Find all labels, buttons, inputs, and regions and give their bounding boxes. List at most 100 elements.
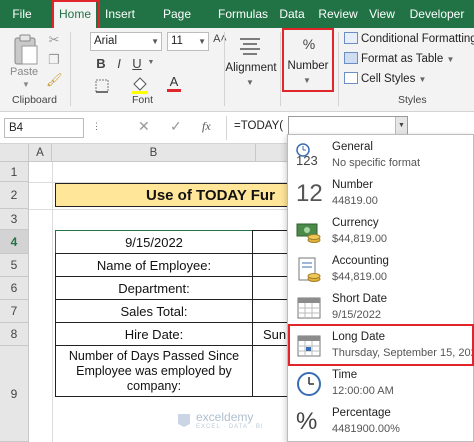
cell-styles-button[interactable]: Cell Styles ▼ <box>344 72 426 85</box>
fill-color-button[interactable] <box>130 76 152 94</box>
days-passed-label-cell[interactable]: Number of Days Passed Since Employee was… <box>55 345 253 397</box>
format-sample: 12:00:00 AM <box>332 385 394 397</box>
format-sample: $44,819.00 <box>332 233 388 245</box>
format-option-currency[interactable]: Currency $44,819.00 <box>288 213 474 251</box>
name-box[interactable]: B4 <box>4 118 84 138</box>
format-name: Short Date <box>332 293 387 305</box>
tab-page-layout[interactable]: Page Layout <box>144 0 210 49</box>
format-name: General <box>332 141 373 153</box>
format-sample: 9/15/2022 <box>332 309 381 321</box>
format-sample: $44,819.00 <box>332 271 388 283</box>
bold-button[interactable]: B <box>94 56 108 71</box>
sales-label-cell[interactable]: Sales Total: <box>55 299 253 323</box>
conditional-formatting-button[interactable]: Conditional Formatting <box>344 32 474 45</box>
tab-formulas[interactable]: Formulas <box>216 0 270 28</box>
department-value-cell[interactable] <box>252 276 292 300</box>
hire-label-cell[interactable]: Hire Date: <box>55 322 253 346</box>
fill-bucket-icon <box>132 77 148 94</box>
tab-file[interactable]: File <box>4 0 40 28</box>
copy-icon[interactable]: ❐ <box>46 52 62 68</box>
conditional-formatting-icon <box>344 32 358 44</box>
enter-check-icon[interactable]: ✓ <box>170 118 182 135</box>
font-color-button[interactable]: A <box>166 74 182 94</box>
font-size-value: 11 <box>171 35 183 47</box>
format-name: Time <box>332 369 358 381</box>
employee-value-cell[interactable] <box>252 253 292 277</box>
row-header-3[interactable]: 3 <box>0 209 29 230</box>
department-label-cell[interactable]: Department: <box>55 276 253 300</box>
conditional-formatting-label: Conditional Formatting <box>361 33 474 45</box>
row-header-9[interactable]: 9 <box>0 346 29 442</box>
cut-icon[interactable]: ✂ <box>46 32 62 48</box>
paste-button[interactable] <box>10 32 40 68</box>
cancel-icon[interactable]: ✕ <box>138 118 150 135</box>
row-header-5[interactable]: 5 <box>0 254 29 277</box>
font-size-box[interactable]: 11 ▼ <box>167 32 209 51</box>
calendar-icon <box>297 297 321 319</box>
hire-value-cell[interactable]: Sun <box>252 322 292 346</box>
row-header-6[interactable]: 6 <box>0 277 29 300</box>
font-name-value: Arial <box>94 35 118 47</box>
home-tab-highlight <box>52 0 100 30</box>
clipboard-group-label: Clipboard <box>12 94 57 106</box>
italic-button[interactable]: I <box>112 56 126 71</box>
grow-font-icon[interactable]: A˄ <box>212 33 228 45</box>
format-as-table-label: Format as Table <box>361 53 444 65</box>
column-header-a[interactable]: A <box>29 144 52 162</box>
row-header-7[interactable]: 7 <box>0 300 29 323</box>
font-group-label: Font <box>132 94 154 106</box>
title-cell[interactable]: Use of TODAY Fur <box>55 183 295 207</box>
format-option-accounting[interactable]: Accounting $44,819.00 <box>288 251 474 289</box>
row-header-1[interactable]: 1 <box>0 162 29 182</box>
format-option-general[interactable]: 123 General No specific format <box>288 137 474 175</box>
row-header-2[interactable]: 2 <box>0 182 29 209</box>
borders-icon <box>95 79 109 93</box>
font-name-box[interactable]: Arial ▼ <box>90 32 162 51</box>
chevron-down-icon[interactable]: ▼ <box>22 80 30 89</box>
tab-data[interactable]: Data <box>276 0 308 28</box>
chevron-down-icon: ▼ <box>418 75 427 84</box>
select-all-corner[interactable] <box>0 144 29 162</box>
number-12-icon: 12 <box>296 180 323 207</box>
number-format-box[interactable]: ▼ <box>288 116 408 135</box>
insert-function-button[interactable]: fx <box>202 119 211 134</box>
format-option-percentage[interactable]: % Percentage 4481900.00% <box>288 403 474 441</box>
format-option-time[interactable]: Time 12:00:00 AM <box>288 365 474 403</box>
underline-button[interactable]: U <box>130 56 144 71</box>
watermark-brand: exceldemy <box>196 410 254 424</box>
ribbon: Paste ▼ ✂ ❐ 🖌 Clipboard Arial ▼ 11 ▼ A˄ … <box>0 28 474 112</box>
currency-icon <box>296 223 321 243</box>
percent-icon: % <box>296 408 318 435</box>
format-option-number[interactable]: 12 Number 44819.00 <box>288 175 474 213</box>
format-as-table-button[interactable]: Format as Table ▼ <box>344 52 454 65</box>
more-options-icon[interactable]: ⋮ <box>92 121 101 132</box>
column-header-b[interactable]: B <box>52 144 256 162</box>
formula-input[interactable]: =TODAY( <box>234 120 283 132</box>
row-header-8[interactable]: 8 <box>0 323 29 346</box>
tab-view[interactable]: View <box>366 0 398 28</box>
chevron-down-icon[interactable]: ▼ <box>395 117 407 134</box>
chevron-down-icon[interactable]: ▼ <box>146 59 156 66</box>
tab-developer[interactable]: Developer <box>404 0 470 28</box>
paste-label: Paste <box>10 66 39 78</box>
days-passed-value-cell[interactable] <box>252 345 292 397</box>
gridline <box>52 162 53 442</box>
row-header-4[interactable]: 4 <box>0 230 29 254</box>
tab-insert[interactable]: Insert <box>100 0 140 28</box>
watermark: exceldemy EXCEL · DATA · BI <box>176 408 296 436</box>
separator <box>280 32 281 106</box>
employee-label-cell[interactable]: Name of Employee: <box>55 253 253 277</box>
alignment-button[interactable] <box>238 34 262 58</box>
sales-value-cell[interactable] <box>252 299 292 323</box>
format-option-short-date[interactable]: Short Date 9/15/2022 <box>288 289 474 327</box>
general-123-icon: 123 <box>296 143 322 169</box>
borders-button[interactable] <box>94 78 114 94</box>
tab-review[interactable]: Review <box>314 0 362 28</box>
clock-icon <box>297 372 321 396</box>
format-painter-icon[interactable]: 🖌 <box>46 72 63 88</box>
number-format-dropdown: 123 General No specific format 12 Number… <box>287 134 474 442</box>
chevron-down-icon[interactable]: ▼ <box>246 78 254 87</box>
date-cell-b4[interactable]: 9/15/2022 <box>55 230 253 254</box>
cell-c4[interactable] <box>252 230 292 254</box>
alignment-label: Alignment <box>225 62 277 74</box>
